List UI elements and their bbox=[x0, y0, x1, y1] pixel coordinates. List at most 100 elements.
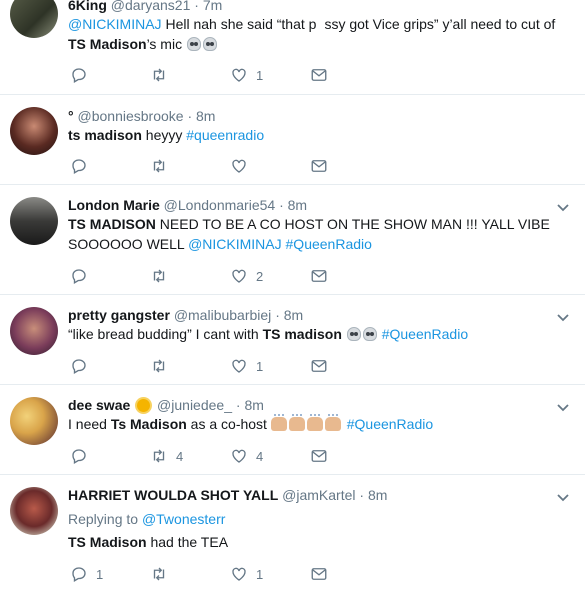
replying-to-label: Replying to bbox=[68, 511, 142, 527]
skull-emoji-icon bbox=[186, 37, 201, 51]
raised-hands-emoji-icon bbox=[270, 414, 287, 431]
tweet-actions: 1 1 bbox=[68, 565, 368, 585]
hashtag-link[interactable]: #QueenRadio bbox=[382, 326, 468, 342]
separator: · bbox=[194, 0, 199, 13]
avatar[interactable] bbox=[10, 307, 58, 355]
display-name[interactable]: London Marie bbox=[68, 197, 160, 213]
raised-hands-emoji-icon bbox=[306, 414, 323, 431]
retweet-button[interactable] bbox=[150, 267, 176, 285]
mention-link[interactable]: @NICKIMINAJ bbox=[188, 236, 282, 252]
highlighted-term: Ts Madison bbox=[110, 416, 187, 432]
retweet-button[interactable] bbox=[150, 565, 176, 583]
tweet[interactable]: 6King @daryans21 · 7m @NICKIMINAJ Hell n… bbox=[0, 0, 585, 95]
display-name[interactable]: HARRIET WOULDA SHOT YALL bbox=[68, 487, 278, 503]
chevron-down-icon[interactable] bbox=[555, 309, 571, 325]
handle[interactable]: @Londonmarie54 bbox=[164, 197, 276, 213]
chevron-down-icon[interactable] bbox=[555, 199, 571, 215]
retweet-button[interactable] bbox=[150, 157, 176, 175]
chevron-down-icon[interactable] bbox=[555, 489, 571, 505]
timestamp[interactable]: 8m bbox=[368, 487, 387, 503]
text-segment: as a co-host bbox=[186, 416, 271, 432]
retweet-button[interactable] bbox=[150, 357, 176, 375]
raised-hands-emoji-icon bbox=[288, 414, 305, 431]
direct-message-button[interactable] bbox=[310, 447, 328, 465]
tweet-text: TS MADISON NEED TO BE A CO HOST ON THE S… bbox=[68, 214, 567, 254]
like-count: 2 bbox=[256, 268, 264, 284]
handle[interactable]: @daryans21 bbox=[111, 0, 191, 13]
avatar[interactable] bbox=[10, 107, 58, 155]
reply-button[interactable] bbox=[70, 157, 96, 175]
tweet[interactable]: London Marie @Londonmarie54 · 8m TS MADI… bbox=[0, 185, 585, 295]
avatar[interactable] bbox=[10, 197, 58, 245]
display-name[interactable]: pretty gangster bbox=[68, 307, 170, 323]
direct-message-button[interactable] bbox=[310, 357, 328, 375]
raised-hands-emoji-icon bbox=[324, 414, 341, 431]
chevron-down-icon[interactable] bbox=[555, 399, 571, 415]
like-button[interactable]: 1 bbox=[230, 357, 263, 375]
tweet-text: ts madison heyyy #queenradio bbox=[68, 125, 567, 145]
timestamp[interactable]: 7m bbox=[203, 0, 222, 13]
direct-message-button[interactable] bbox=[310, 565, 328, 583]
handle[interactable]: @juniedee_ bbox=[157, 397, 232, 413]
handle[interactable]: @jamKartel bbox=[282, 487, 355, 503]
hashtag-link[interactable]: #QueenRadio bbox=[286, 236, 372, 252]
envelope-icon bbox=[311, 450, 327, 462]
reply-button[interactable] bbox=[70, 357, 96, 375]
retweet-icon bbox=[153, 567, 165, 581]
direct-message-button[interactable] bbox=[310, 267, 328, 285]
timestamp[interactable]: 8m bbox=[196, 108, 215, 124]
retweet-button[interactable] bbox=[150, 66, 176, 84]
like-button[interactable]: 2 bbox=[230, 267, 263, 285]
direct-message-button[interactable] bbox=[310, 157, 328, 175]
retweet-icon bbox=[153, 449, 165, 463]
tweet[interactable]: ° @bonniesbrooke · 8m ts madison heyyy #… bbox=[0, 95, 585, 185]
text-segment: heyyy bbox=[141, 127, 187, 143]
hashtag-link[interactable]: #QueenRadio bbox=[347, 416, 433, 432]
reply-button[interactable] bbox=[70, 267, 96, 285]
text-segment bbox=[342, 326, 346, 342]
like-count: 1 bbox=[256, 358, 264, 374]
envelope-icon bbox=[311, 360, 327, 372]
mention-link[interactable]: @NICKIMINAJ bbox=[68, 16, 162, 32]
envelope-icon bbox=[311, 69, 327, 81]
tweet[interactable]: dee swae @juniedee_ · 8m I need Ts Madis… bbox=[0, 385, 585, 475]
timestamp[interactable]: 8m bbox=[284, 307, 303, 323]
avatar[interactable] bbox=[10, 0, 58, 38]
handle[interactable]: @malibubarbiej bbox=[174, 307, 271, 323]
tweet-actions bbox=[68, 157, 368, 177]
avatar[interactable] bbox=[10, 487, 58, 535]
like-button[interactable]: 4 bbox=[230, 447, 263, 465]
tweet-header: HARRIET WOULDA SHOT YALL @jamKartel · 8m bbox=[68, 486, 387, 504]
retweet-icon bbox=[153, 159, 165, 173]
retweet-icon bbox=[153, 269, 165, 283]
display-name[interactable]: ° bbox=[68, 108, 74, 124]
like-button[interactable] bbox=[230, 157, 256, 175]
heart-icon bbox=[232, 68, 246, 82]
tweet[interactable]: pretty gangster @malibubarbiej · 8m “lik… bbox=[0, 295, 585, 385]
handle[interactable]: @bonniesbrooke bbox=[78, 108, 184, 124]
tweet[interactable]: HARRIET WOULDA SHOT YALL @jamKartel · 8m… bbox=[0, 475, 585, 595]
reply-button[interactable]: 1 bbox=[70, 565, 103, 583]
display-name[interactable]: dee swae bbox=[68, 397, 130, 413]
like-button[interactable]: 1 bbox=[230, 66, 263, 84]
retweet-button[interactable]: 4 bbox=[150, 447, 183, 465]
timestamp[interactable]: 8m bbox=[288, 197, 307, 213]
retweet-icon bbox=[153, 359, 165, 373]
reply-button[interactable] bbox=[70, 66, 96, 84]
tweet-header: ° @bonniesbrooke · 8m bbox=[68, 107, 215, 125]
highlighted-term: ts madison bbox=[68, 127, 142, 143]
like-button[interactable]: 1 bbox=[230, 565, 263, 583]
timestamp[interactable]: 8m bbox=[244, 397, 263, 413]
hashtag-link[interactable]: #queenradio bbox=[186, 127, 264, 143]
display-name[interactable]: 6King bbox=[68, 0, 107, 13]
reply-icon bbox=[72, 269, 86, 284]
reply-context: Replying to @Twonesterr bbox=[68, 509, 567, 529]
tweet-header: pretty gangster @malibubarbiej · 8m bbox=[68, 306, 303, 324]
direct-message-button[interactable] bbox=[310, 66, 328, 84]
reply-button[interactable] bbox=[70, 447, 96, 465]
like-count: 4 bbox=[256, 448, 264, 464]
highlighted-term: TS Madison bbox=[68, 534, 147, 550]
envelope-icon bbox=[311, 160, 327, 172]
avatar[interactable] bbox=[10, 397, 58, 445]
mention-link[interactable]: @Twonesterr bbox=[142, 511, 225, 527]
